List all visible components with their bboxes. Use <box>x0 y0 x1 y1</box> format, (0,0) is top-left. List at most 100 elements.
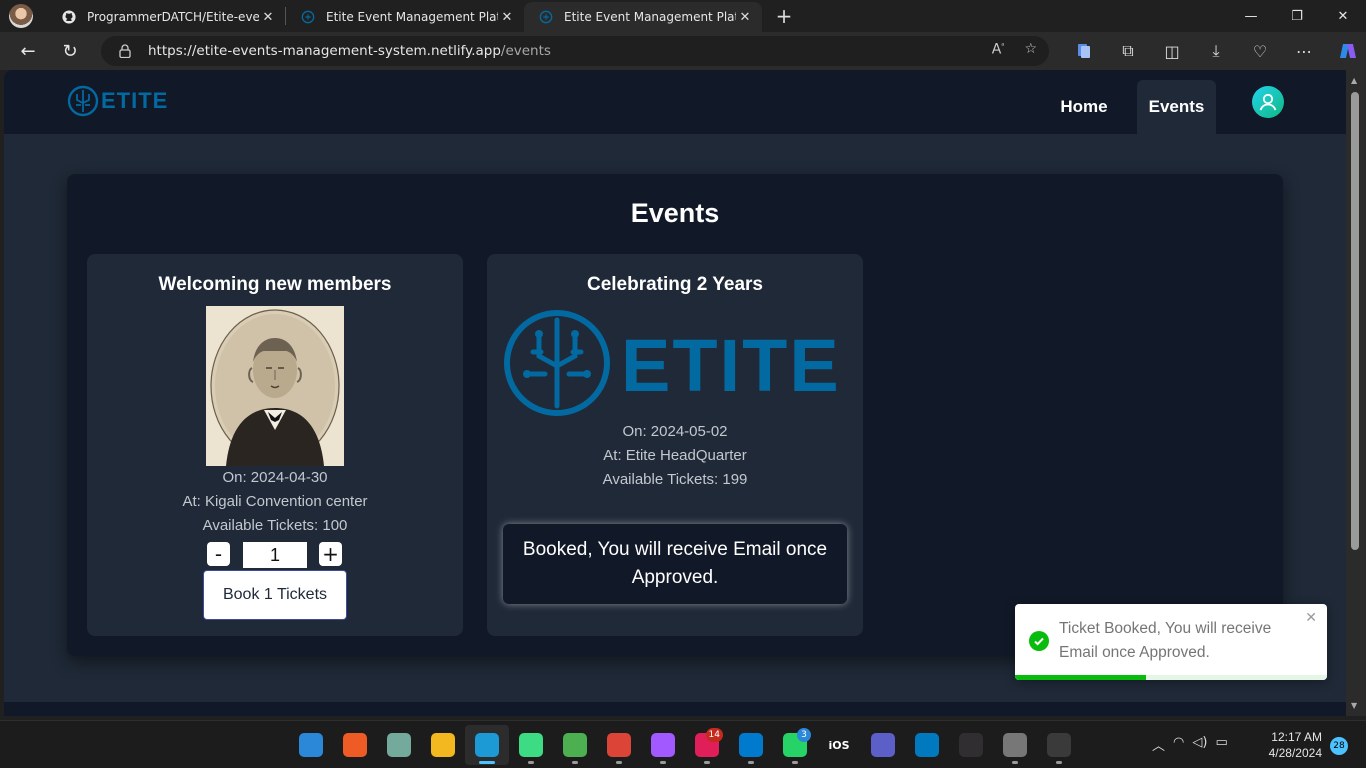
toast-progress-bar <box>1015 675 1327 680</box>
vscode-icon <box>739 733 763 757</box>
taskbar-app[interactable] <box>421 725 465 765</box>
volume-icon[interactable]: ◁) <box>1192 735 1207 754</box>
ticket-quantity-stepper: - + <box>207 542 344 568</box>
scrollbar-thumb[interactable] <box>1351 92 1359 550</box>
downloads-icon[interactable]: ⤓ <box>1194 35 1238 67</box>
page-title: Events <box>630 198 720 228</box>
close-tab-icon[interactable]: ✕ <box>259 8 277 26</box>
more-menu-icon[interactable]: ⋯ <box>1282 35 1326 67</box>
copilot-icon[interactable] <box>1326 35 1366 67</box>
event-available-tickets: Available Tickets: 199 <box>602 471 748 488</box>
window-controls: — ❐ ✕ <box>1228 0 1366 32</box>
decrement-button[interactable]: - <box>207 542 230 566</box>
taskbar-app[interactable]: 14 <box>685 725 729 765</box>
battery-icon[interactable]: ▭ <box>1215 735 1227 754</box>
events-panel: Events Welcoming new members On: 2024-04… <box>67 174 1283 656</box>
site-logo[interactable]: ETITE <box>67 85 168 117</box>
taskbar-app[interactable] <box>553 725 597 765</box>
browser-essentials-icon[interactable]: ♡ <box>1238 35 1282 67</box>
user-avatar-icon[interactable] <box>1252 86 1284 118</box>
taskbar-app[interactable] <box>905 725 949 765</box>
browser-toolbar: ← ↻ https://etite-events-management-syst… <box>0 32 1366 70</box>
lock-icon[interactable] <box>119 44 133 58</box>
split-screen-icon[interactable]: ◫ <box>1150 35 1194 67</box>
close-tab-icon[interactable]: ✕ <box>736 8 754 26</box>
running-indicator <box>660 761 666 764</box>
close-tab-icon[interactable]: ✕ <box>498 8 516 26</box>
tab-etite-2-active[interactable]: Etite Event Management Platform ✕ <box>524 2 762 32</box>
minimize-icon[interactable]: — <box>1228 0 1274 32</box>
taskbar-app[interactable] <box>1037 725 1081 765</box>
collections-icon[interactable] <box>1062 35 1106 67</box>
taskbar-app[interactable] <box>509 725 553 765</box>
github-icon <box>61 9 77 25</box>
clock-time: 12:17 AM <box>1271 730 1322 744</box>
taskbar-app[interactable] <box>641 725 685 765</box>
tab-etite-1[interactable]: Etite Event Management Platform ✕ <box>286 2 524 32</box>
running-indicator <box>479 761 495 764</box>
profile-avatar-icon[interactable] <box>9 4 33 28</box>
event-location: At: Etite HeadQuarter <box>603 447 747 464</box>
ios-icon: iOS <box>827 733 851 757</box>
toast-progress-fill <box>1015 675 1147 680</box>
taskbar-app[interactable] <box>949 725 993 765</box>
tray-overflow-icon[interactable]: ︿ <box>1152 735 1165 754</box>
extensions-icon[interactable]: ⧉ <box>1106 35 1150 67</box>
taskbar-app[interactable] <box>861 725 905 765</box>
taskbar-app[interactable] <box>289 725 333 765</box>
taskbar-app[interactable]: 3 <box>773 725 817 765</box>
metamask-icon <box>563 733 587 757</box>
chrome-icon <box>607 733 631 757</box>
toast-notification[interactable]: Ticket Booked, You will receive Email on… <box>1015 604 1327 680</box>
restore-icon[interactable]: ❐ <box>1274 0 1320 32</box>
event-date: On: 2024-04-30 <box>222 469 328 486</box>
favorite-star-icon[interactable]: ☆ <box>1024 41 1037 58</box>
taskbar-app[interactable] <box>377 725 421 765</box>
new-tab-icon[interactable]: + <box>772 4 796 28</box>
taskbar-app[interactable] <box>597 725 641 765</box>
back-icon[interactable]: ← <box>12 35 44 67</box>
taskbar-app[interactable] <box>465 725 509 765</box>
taskbar-app[interactable] <box>993 725 1037 765</box>
page-footer-edge <box>4 702 1346 716</box>
event-image-etite-logo: ETITE <box>503 308 847 418</box>
windows-taskbar: 14 3 iOS ︿ ◠ ◁) ▭ 12:17 AM 4/28/2024 28 <box>0 720 1366 768</box>
success-check-icon <box>1029 631 1049 651</box>
edge-icon <box>475 733 499 757</box>
logo-wordmark: ETITE <box>101 88 169 113</box>
booked-status-message: Booked, You will receive Email once Appr… <box>503 524 847 604</box>
scroll-down-icon[interactable]: ▼ <box>1351 701 1357 710</box>
nav-home-link[interactable]: Home <box>1044 80 1124 134</box>
book-tickets-button[interactable]: Book 1 Tickets <box>203 570 347 620</box>
running-indicator <box>792 761 798 764</box>
ticket-quantity-input[interactable] <box>243 542 307 568</box>
close-window-icon[interactable]: ✕ <box>1320 0 1366 32</box>
tab-title: ProgrammerDATCH/Etite-event-m <box>87 10 259 24</box>
url-host: https://etite-events-management-system.n… <box>148 43 501 59</box>
system-clock[interactable]: 12:17 AM 4/28/2024 <box>1260 729 1322 761</box>
event-date: On: 2024-05-02 <box>622 423 728 440</box>
refresh-icon[interactable]: ↻ <box>54 35 86 67</box>
postman-icon <box>343 733 367 757</box>
toast-close-icon[interactable]: ✕ <box>1305 610 1317 626</box>
read-aloud-icon[interactable]: Aᵃ <box>992 41 1005 58</box>
terminal-icon <box>1047 733 1071 757</box>
nav-events-link[interactable]: Events <box>1137 80 1216 134</box>
page-scrollbar[interactable]: ▲ ▼ <box>1346 70 1366 716</box>
event-card: Celebrating 2 Years ETITE On: 2024-05-02… <box>487 254 863 636</box>
running-indicator <box>1056 761 1062 764</box>
event-card: Welcoming new members On: 2024-04-30 At:… <box>87 254 463 636</box>
taskbar-app[interactable] <box>333 725 377 765</box>
taskbar-app[interactable]: iOS <box>817 725 861 765</box>
notification-count-badge[interactable]: 28 <box>1330 737 1348 755</box>
etite-favicon <box>300 9 316 25</box>
etite-logo-icon <box>67 85 99 117</box>
tab-github[interactable]: ProgrammerDATCH/Etite-event-m ✕ <box>47 2 285 32</box>
toast-message: Ticket Booked, You will receive Email on… <box>1059 620 1272 661</box>
scroll-up-icon[interactable]: ▲ <box>1351 76 1357 85</box>
wifi-icon[interactable]: ◠ <box>1173 735 1184 754</box>
increment-button[interactable]: + <box>319 542 342 566</box>
taskbar-app[interactable] <box>729 725 773 765</box>
address-bar[interactable]: https://etite-events-management-system.n… <box>101 36 1049 66</box>
obs-icon <box>959 733 983 757</box>
